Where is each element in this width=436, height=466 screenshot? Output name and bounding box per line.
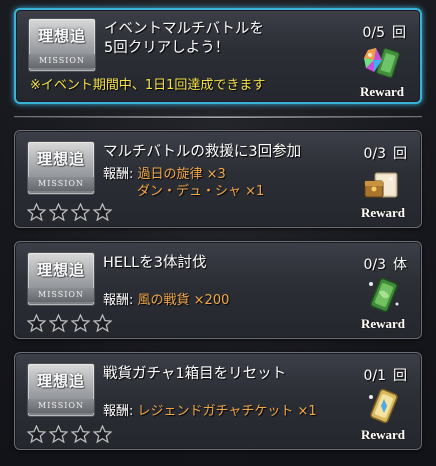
star-empty-icon bbox=[71, 203, 90, 221]
star-empty-icon bbox=[93, 425, 112, 443]
mission-badge: 理想追 MISSION bbox=[27, 363, 95, 417]
badge-mission-label: MISSION bbox=[28, 399, 94, 413]
mission-progress: 0/3 回 bbox=[363, 143, 407, 163]
star-empty-icon bbox=[49, 314, 68, 332]
star-empty-icon bbox=[49, 203, 68, 221]
mission-card[interactable]: 理想追 MISSION HELLを3体討伐 0/3 体 報酬: 風の戦貨 ×200… bbox=[14, 241, 422, 339]
treasure-scroll-icon bbox=[364, 172, 398, 198]
reward-button[interactable]: Reward bbox=[357, 278, 409, 332]
reward-item: 過日の旋律 ×3 bbox=[137, 167, 226, 182]
mission-badge: 理想追 MISSION bbox=[28, 18, 96, 72]
mission-title: 戦貨ガチャ1箱目をリセット bbox=[103, 366, 287, 382]
mission-badge: 理想追 MISSION bbox=[27, 252, 95, 306]
reward-label: 報酬: bbox=[103, 293, 134, 308]
reward-button[interactable]: Reward bbox=[357, 389, 409, 443]
badge-kanji: 理想追 bbox=[36, 372, 85, 390]
gold-ticket-icon bbox=[369, 389, 398, 424]
badge-mission-label: MISSION bbox=[28, 177, 94, 191]
progress-count: 0/1 bbox=[363, 368, 386, 384]
progress-count: 0/3 bbox=[363, 146, 386, 162]
reward-item-secondary: ダン・デュ・シャ ×1 bbox=[137, 184, 265, 199]
progress-count: 0/5 bbox=[362, 25, 385, 41]
mission-note: ※イベント期間中、1日1回達成できます bbox=[30, 78, 266, 93]
badge-mission-label: MISSION bbox=[28, 288, 94, 302]
progress-count: 0/3 bbox=[363, 257, 386, 273]
mission-list: 理想追 MISSION イベントマルチバトルを 5回クリアしよう！ 0/5 回 ※… bbox=[0, 0, 436, 466]
reward-button-label: Reward bbox=[360, 205, 406, 220]
reward-button-label: Reward bbox=[360, 316, 406, 331]
reward-label: 報酬: bbox=[103, 404, 134, 419]
badge-kanji: 理想追 bbox=[36, 261, 85, 279]
reward-button[interactable]: Reward bbox=[357, 167, 409, 221]
reward-button[interactable]: Reward bbox=[356, 46, 408, 100]
star-empty-icon bbox=[71, 425, 90, 443]
crystal-ticket-icon bbox=[364, 48, 400, 78]
reward-button-label: Reward bbox=[359, 84, 405, 99]
mission-badge: 理想追 MISSION bbox=[27, 141, 95, 195]
progress-unit: 回 bbox=[392, 25, 406, 41]
reward-line: 報酬: 過日の旋律 ×3 ダン・デュ・シャ ×1 bbox=[103, 166, 264, 200]
progress-unit: 回 bbox=[393, 146, 407, 162]
mission-card[interactable]: 理想追 MISSION マルチバトルの救援に3回参加 0/3 回 報酬: 過日の旋… bbox=[14, 130, 422, 228]
star-empty-icon bbox=[27, 314, 46, 332]
star-empty-icon bbox=[71, 314, 90, 332]
reward-label: 報酬: bbox=[103, 167, 134, 182]
star-empty-icon bbox=[93, 314, 112, 332]
progress-unit: 体 bbox=[393, 257, 407, 273]
mission-title: マルチバトルの救援に3回参加 bbox=[103, 144, 302, 160]
star-rating bbox=[27, 203, 112, 221]
reward-item: 風の戦貨 ×200 bbox=[137, 293, 230, 308]
mission-progress: 0/1 回 bbox=[363, 365, 407, 385]
green-ticket-icon bbox=[369, 278, 399, 313]
progress-unit: 回 bbox=[393, 368, 407, 384]
reward-line: 報酬: 風の戦貨 ×200 bbox=[103, 292, 229, 309]
mission-progress: 0/3 体 bbox=[363, 254, 407, 274]
section-divider bbox=[14, 116, 422, 119]
reward-line: 報酬: レジェンドガチャチケット ×1 bbox=[103, 403, 317, 420]
badge-kanji: 理想追 bbox=[37, 27, 86, 45]
mission-progress: 0/5 回 bbox=[362, 22, 406, 42]
mission-title: イベントマルチバトルを 5回クリアしよう！ bbox=[104, 21, 264, 56]
event-mission-card[interactable]: 理想追 MISSION イベントマルチバトルを 5回クリアしよう！ 0/5 回 ※… bbox=[14, 8, 422, 104]
mission-title: HELLを3体討伐 bbox=[103, 255, 207, 271]
reward-button-label: Reward bbox=[360, 427, 406, 442]
star-empty-icon bbox=[49, 425, 68, 443]
star-empty-icon bbox=[27, 203, 46, 221]
star-empty-icon bbox=[93, 203, 112, 221]
badge-kanji: 理想追 bbox=[36, 150, 85, 168]
star-rating bbox=[27, 314, 112, 332]
badge-mission-label: MISSION bbox=[29, 54, 95, 68]
star-rating bbox=[27, 425, 112, 443]
reward-item: レジェンドガチャチケット ×1 bbox=[137, 404, 317, 419]
star-empty-icon bbox=[27, 425, 46, 443]
mission-card[interactable]: 理想追 MISSION 戦貨ガチャ1箱目をリセット 0/1 回 報酬: レジェンド… bbox=[14, 352, 422, 450]
